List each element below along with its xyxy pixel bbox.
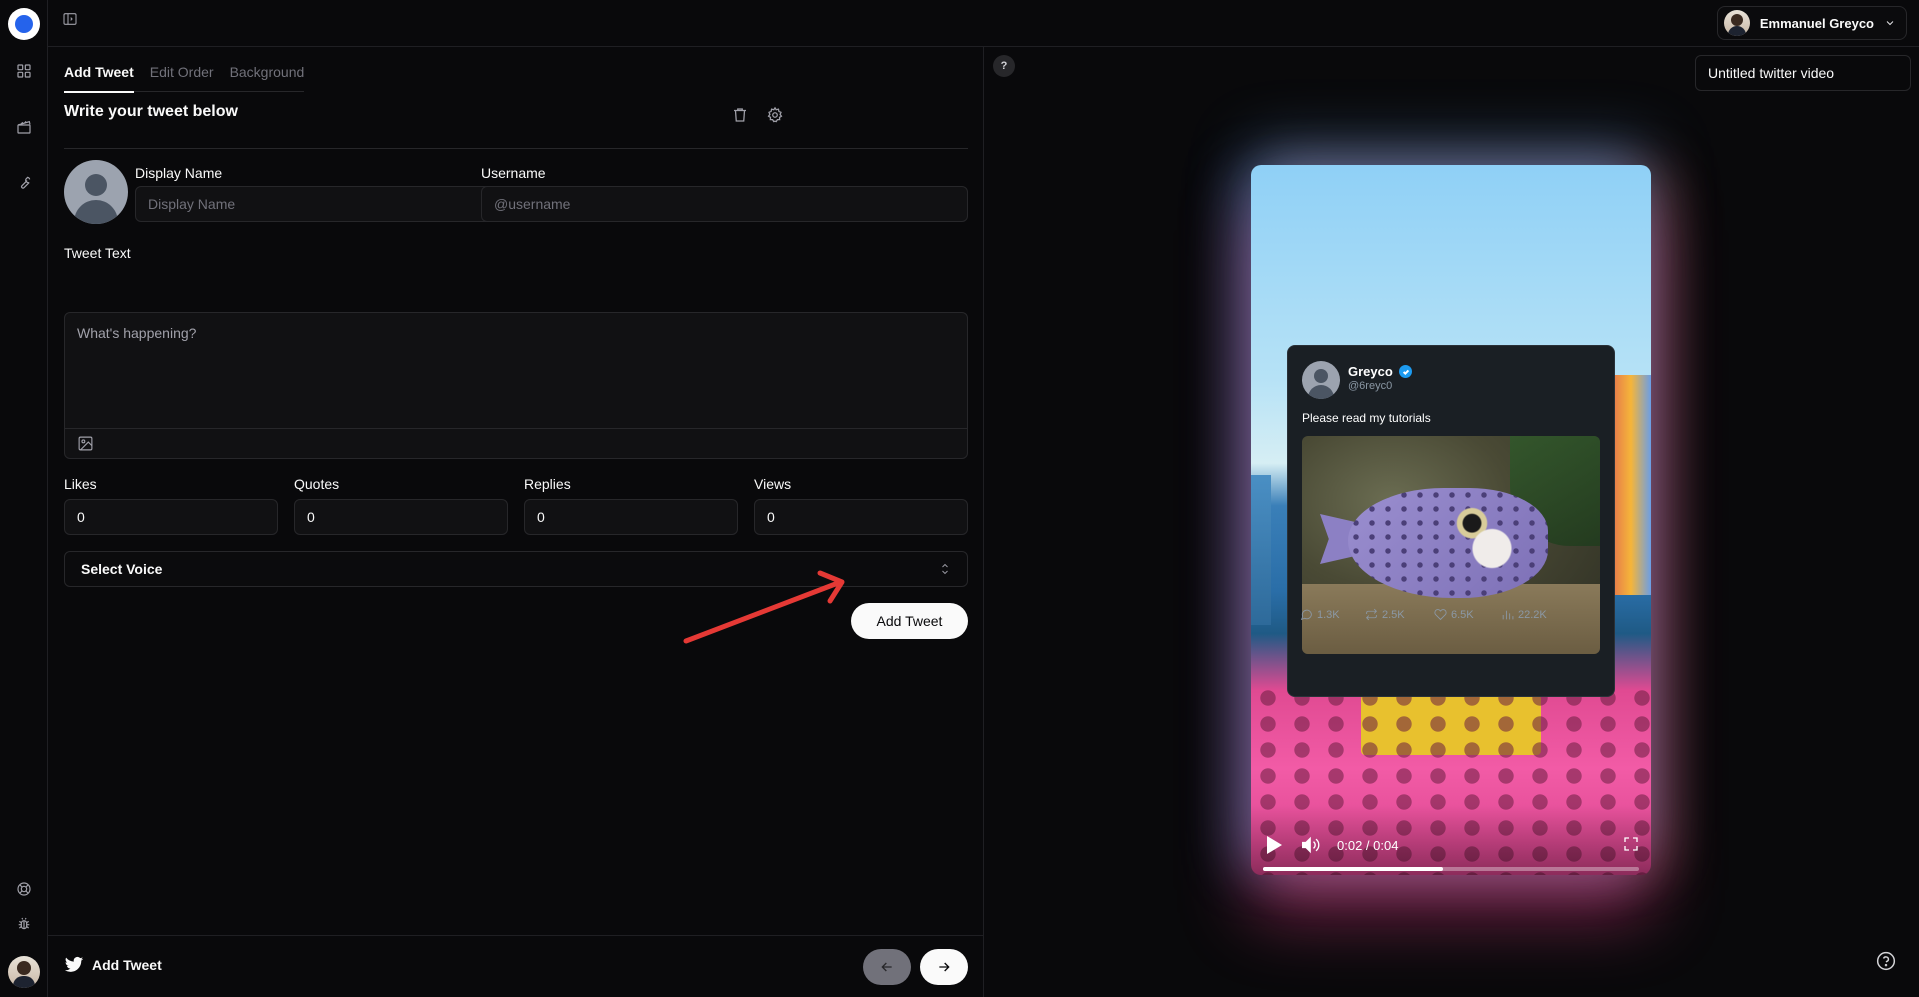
video-clapper-icon[interactable] (14, 117, 34, 137)
views-count: 22.2K (1518, 608, 1547, 621)
user-avatar[interactable] (8, 956, 40, 988)
tweet-avatar-upload[interactable] (64, 160, 128, 224)
username-label: Username (481, 165, 546, 181)
chevron-up-down-icon (942, 563, 948, 575)
avatar-head (85, 174, 107, 196)
arrow-right-icon (939, 962, 950, 972)
video-title-input[interactable] (1695, 55, 1911, 91)
verified-badge-icon (1399, 365, 1412, 378)
previous-step-button[interactable] (863, 949, 911, 985)
player-controls: 0:02 / 0:04 (1251, 805, 1651, 875)
next-step-button[interactable] (920, 949, 968, 985)
replies-count: 1.3K (1317, 608, 1340, 621)
likes-count: 6.5K (1451, 608, 1474, 621)
video-scene-float-right (1611, 375, 1651, 595)
user-menu-button[interactable]: Emmanuel Greyco (1716, 6, 1907, 40)
tweet-author-name: Greyco (1348, 364, 1393, 379)
avatar-head (1730, 14, 1743, 26)
app-logo[interactable] (8, 8, 40, 40)
support-lifebuoy-icon[interactable] (14, 879, 34, 899)
avatar-head (1314, 369, 1328, 383)
retweet-icon (1366, 608, 1377, 621)
play-icon[interactable] (1265, 835, 1283, 855)
chevron-down-icon (1886, 21, 1894, 26)
editor-footer: Add Tweet (48, 935, 984, 997)
media-fish (1348, 488, 1548, 598)
gear-icon[interactable] (763, 103, 787, 127)
volume-icon[interactable] (1301, 836, 1321, 854)
retweets-count: 2.5K (1382, 608, 1405, 621)
avatar-body (74, 200, 118, 224)
editor-tabs: Add Tweet Edit Order Background (64, 64, 305, 93)
footer-title: Add Tweet (92, 957, 162, 973)
voice-select-value: Select Voice (81, 561, 163, 577)
video-preview-panel: ? Greyco @6reyc0 Please read my tutorial… (985, 47, 1919, 997)
heart-icon (1434, 609, 1447, 621)
display-name-label: Display Name (135, 165, 223, 181)
video-scene-float-left (1251, 475, 1271, 625)
twitter-bird-icon (64, 956, 84, 976)
fullscreen-icon[interactable] (1623, 836, 1641, 854)
playback-progress-bar[interactable] (1263, 867, 1639, 871)
tab-background[interactable]: Background (230, 64, 305, 92)
replies-label: Replies (524, 476, 571, 492)
top-bar: Emmanuel Greyco (48, 0, 1919, 47)
icon-rail (0, 0, 48, 997)
wrench-tools-icon[interactable] (14, 173, 34, 193)
tweet-preview-card: Greyco @6reyc0 Please read my tutorials … (1287, 345, 1615, 697)
tweet-text-label: Tweet Text (64, 245, 131, 261)
tweet-text-input[interactable] (65, 313, 967, 430)
views-stat: 22.2K (1501, 608, 1547, 621)
section-title: Write your tweet below (64, 103, 238, 120)
avatar-body (1308, 385, 1334, 399)
section-divider (64, 148, 968, 149)
arrow-left-icon (881, 962, 892, 972)
avatar-body (1727, 26, 1746, 36)
comment-icon (1300, 609, 1312, 621)
image-upload-icon[interactable] (77, 435, 95, 453)
tweet-text-box (64, 312, 968, 459)
tweet-author-avatar (1302, 361, 1340, 399)
playback-progress-fill (1263, 867, 1444, 871)
tweet-stats: 1.3K 2.5K 6.5K 22.2K (1300, 608, 1606, 624)
help-tooltip-button[interactable]: ? (993, 55, 1015, 77)
tweet-author-handle: @6reyc0 (1348, 380, 1393, 392)
quotes-input[interactable] (294, 499, 508, 535)
user-name: Emmanuel Greyco (1759, 15, 1874, 31)
bug-report-icon[interactable] (14, 914, 34, 934)
logo-mark (15, 15, 33, 33)
likes-stat: 6.5K (1434, 608, 1474, 621)
likes-input[interactable] (64, 499, 278, 535)
username-input[interactable] (481, 186, 968, 222)
views-input[interactable] (754, 499, 968, 535)
user-menu-avatar (1723, 10, 1750, 36)
avatar-body (13, 976, 35, 988)
voice-select[interactable]: Select Voice (64, 551, 968, 587)
tab-edit-order[interactable]: Edit Order (150, 64, 214, 92)
avatar-head (17, 961, 31, 975)
tab-add-tweet[interactable]: Add Tweet (64, 64, 134, 93)
tweet-text-toolbar (65, 428, 967, 458)
dashboard-grid-icon[interactable] (14, 61, 34, 81)
bar-chart-icon (1502, 610, 1514, 620)
help-circle-icon[interactable] (1876, 951, 1896, 971)
replies-input[interactable] (524, 499, 738, 535)
retweets-stat: 2.5K (1365, 608, 1405, 621)
quotes-label: Quotes (294, 476, 340, 492)
tweet-editor-panel: Add Tweet Edit Order Background Write yo… (48, 47, 984, 997)
views-label: Views (754, 476, 792, 492)
video-player[interactable]: Greyco @6reyc0 Please read my tutorials … (1251, 165, 1651, 875)
likes-label: Likes (64, 476, 97, 492)
tweet-text: Please read my tutorials (1302, 411, 1431, 425)
trash-icon[interactable] (728, 103, 752, 127)
sidebar-toggle-icon[interactable] (62, 11, 80, 29)
add-tweet-button[interactable]: Add Tweet (851, 603, 968, 639)
replies-stat: 1.3K (1300, 608, 1340, 621)
playback-time: 0:02 / 0:04 (1337, 838, 1399, 853)
